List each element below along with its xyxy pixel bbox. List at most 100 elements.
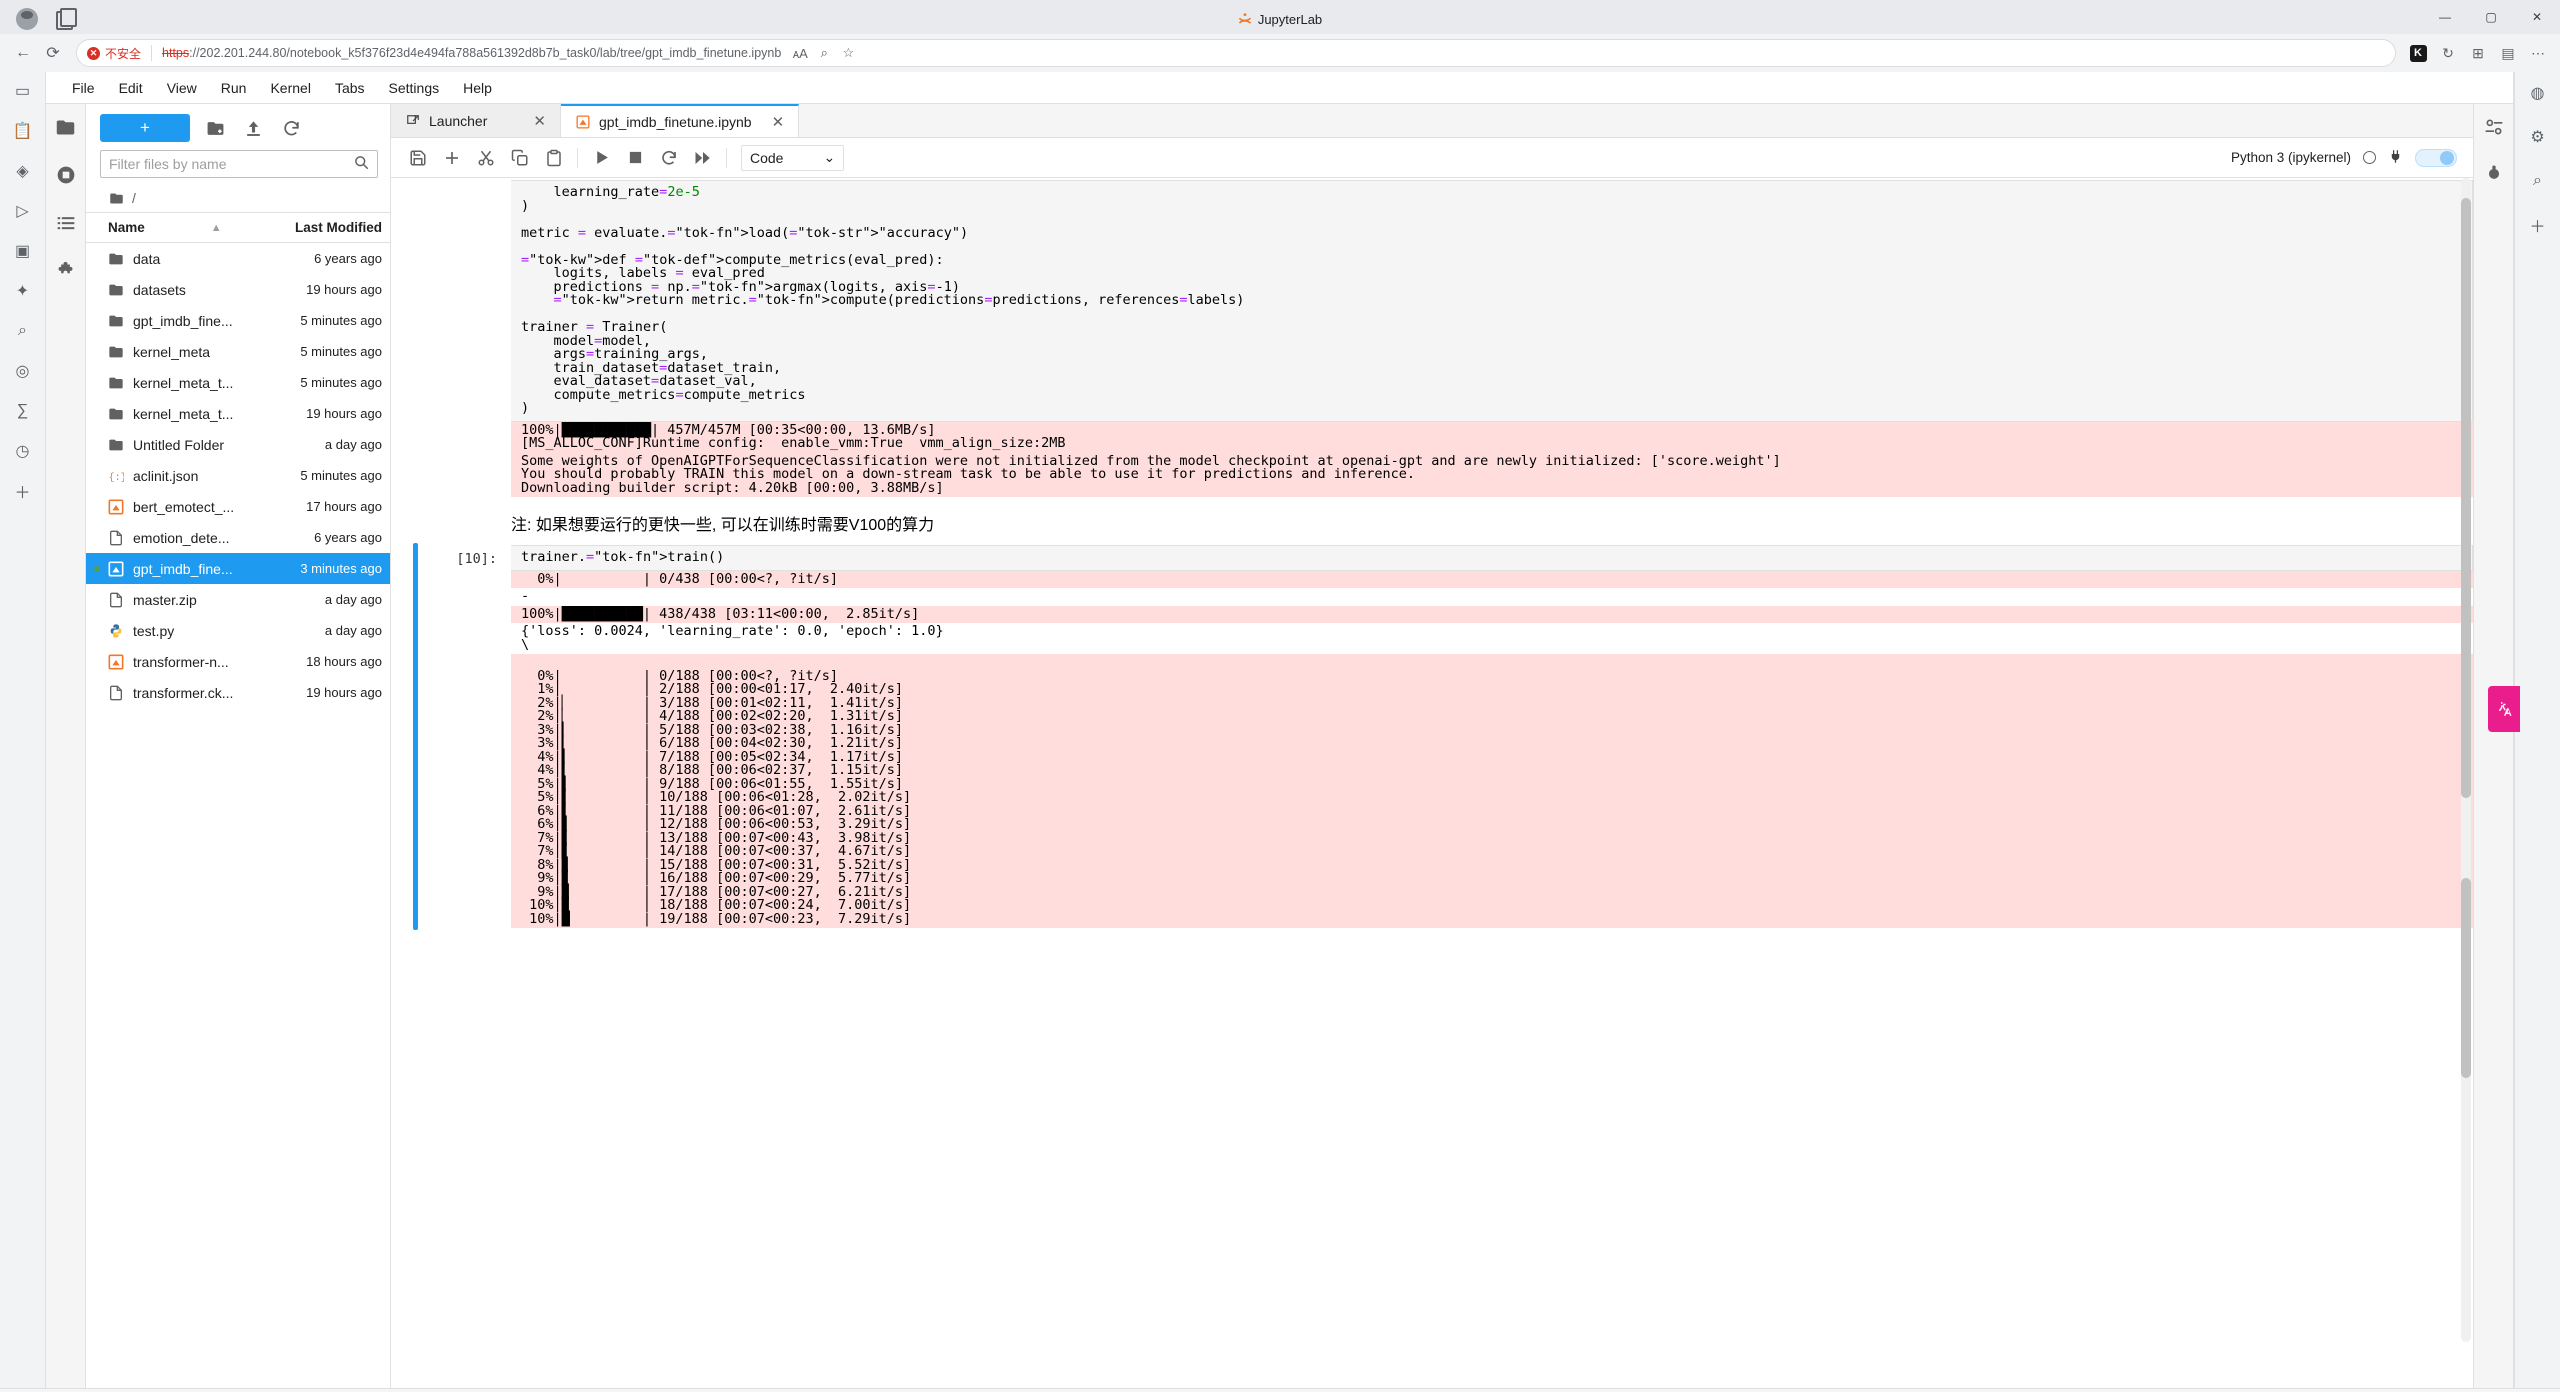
menu-tabs[interactable]: Tabs — [323, 76, 377, 100]
paste-icon[interactable] — [537, 143, 571, 173]
file-list-item[interactable]: gpt_imdb_fine... 3 minutes ago — [86, 553, 390, 584]
notebook-scrollbar-thumb-lower[interactable] — [2461, 878, 2471, 1078]
add-cell-icon[interactable] — [435, 143, 469, 173]
file-list-item[interactable]: {:} aclinit.json 5 minutes ago — [86, 460, 390, 491]
file-list-item[interactable]: transformer-n... 18 hours ago — [86, 646, 390, 677]
fast-forward-icon[interactable] — [686, 143, 720, 173]
file-filter-input[interactable] — [109, 156, 354, 172]
tab-notebook[interactable]: gpt_imdb_finetune.ipynb ✕ — [561, 104, 800, 137]
tab-launcher-close-icon[interactable]: ✕ — [521, 112, 546, 130]
column-header-name[interactable]: Name ▲ — [86, 220, 272, 235]
file-list-item[interactable]: emotion_dete... 6 years ago — [86, 522, 390, 553]
star-icon[interactable]: ☆ — [837, 42, 859, 64]
settings-more-icon[interactable]: ⋯ — [2524, 39, 2552, 67]
notebook-scroll-area[interactable]: learning_rate=2e-5) metric = evaluate.="… — [391, 178, 2473, 1388]
notebook-cell-code[interactable]: [10]: trainer.="tok-fn">train() 0%| | 0/4… — [391, 543, 2473, 930]
menu-view[interactable]: View — [155, 76, 209, 100]
copy-icon[interactable] — [503, 143, 537, 173]
notebook-cell-code[interactable]: learning_rate=2e-5) metric = evaluate.="… — [391, 178, 2473, 499]
run-icon[interactable] — [584, 143, 618, 173]
property-inspector-icon[interactable] — [2481, 114, 2507, 140]
back-button[interactable]: ← — [8, 38, 38, 68]
upload-icon[interactable] — [240, 115, 266, 141]
menu-help[interactable]: Help — [451, 76, 504, 100]
cut-icon[interactable] — [469, 143, 503, 173]
file-list-item[interactable]: kernel_meta_t... 19 hours ago — [86, 398, 390, 429]
cell-type-select[interactable]: Code ⌄ — [741, 144, 845, 171]
maximize-button[interactable]: ▢ — [2468, 0, 2514, 34]
file-list-item[interactable]: kernel_meta 5 minutes ago — [86, 336, 390, 367]
menu-file[interactable]: File — [60, 76, 107, 100]
breadcrumb[interactable]: / — [86, 184, 390, 212]
settings-icon[interactable]: ⚙ — [2525, 124, 2551, 150]
discover-icon[interactable]: ◈ — [10, 158, 36, 184]
extension-k-icon[interactable]: K — [2404, 39, 2432, 67]
translate-side-tab[interactable] — [2488, 686, 2520, 732]
debugger-icon[interactable] — [2481, 160, 2507, 186]
search-icon[interactable]: ⌕ — [2525, 168, 2551, 194]
plug-icon[interactable] — [2388, 149, 2403, 167]
file-list-item[interactable]: kernel_meta_t... 5 minutes ago — [86, 367, 390, 398]
refresh-extension-icon[interactable]: ↻ — [2434, 39, 2462, 67]
menu-run[interactable]: Run — [209, 76, 259, 100]
menu-edit[interactable]: Edit — [107, 76, 155, 100]
chevron-down-icon[interactable]: ⌄ — [823, 149, 835, 166]
sidebar-item-table-of-contents[interactable] — [53, 210, 79, 236]
menu-kernel[interactable]: Kernel — [258, 76, 322, 100]
file-list-item[interactable]: master.zip a day ago — [86, 584, 390, 615]
file-list-item[interactable]: bert_emotect_... 17 hours ago — [86, 491, 390, 522]
split-screen-icon[interactable]: ⊞ — [2464, 39, 2492, 67]
ai-icon[interactable]: ◎ — [10, 358, 36, 384]
column-header-modified[interactable]: Last Modified — [272, 220, 390, 235]
menu-settings[interactable]: Settings — [377, 76, 452, 100]
cell-source[interactable]: learning_rate=2e-5) metric = evaluate.="… — [511, 180, 2473, 422]
notebook-cell-markdown[interactable]: 注: 如果想要运行的更快一些, 可以在训练时需要V100的算力 — [391, 499, 2473, 543]
save-icon[interactable] — [401, 143, 435, 173]
security-indicator[interactable]: ✕ 不安全 — [87, 45, 141, 62]
collections-side-icon[interactable]: ▤ — [2494, 39, 2522, 67]
address-bar[interactable]: ✕ 不安全 https://202.201.244.80/notebook_k5… — [76, 39, 2396, 67]
video-icon[interactable]: ▷ — [10, 198, 36, 224]
read-aloud-icon[interactable]: ᴀA — [789, 42, 811, 64]
breadcrumb-root[interactable]: / — [132, 190, 136, 206]
clipboard-icon[interactable]: 📋 — [10, 118, 36, 144]
sort-ascending-icon[interactable]: ▲ — [211, 222, 222, 234]
plus-icon[interactable]: ＋ — [2525, 212, 2551, 238]
copilot-icon[interactable]: ◍ — [2525, 80, 2551, 106]
notebook-scrollbar-thumb[interactable] — [2461, 198, 2471, 798]
stop-icon[interactable] — [618, 143, 652, 173]
file-list-item[interactable]: transformer.ck... 19 hours ago — [86, 677, 390, 708]
kernel-name[interactable]: Python 3 (ipykernel) — [2231, 150, 2351, 165]
minimize-button[interactable]: — — [2422, 0, 2468, 34]
sidebar-toggle-icon[interactable]: ▭ — [10, 78, 36, 104]
file-list-item[interactable]: datasets 19 hours ago — [86, 274, 390, 305]
add-icon[interactable]: ＋ — [10, 478, 36, 504]
new-folder-icon[interactable] — [202, 115, 228, 141]
history-icon[interactable]: ◷ — [10, 438, 36, 464]
math-icon[interactable]: ∑ — [10, 398, 36, 424]
file-list-item[interactable]: test.py a day ago — [86, 615, 390, 646]
file-list-item[interactable]: gpt_imdb_fine... 5 minutes ago — [86, 305, 390, 336]
file-filter-box[interactable] — [100, 150, 378, 178]
search-icon[interactable] — [354, 155, 369, 173]
cell-source[interactable]: trainer.="tok-fn">train() — [511, 545, 2473, 571]
tools-icon[interactable]: ✦ — [10, 278, 36, 304]
cell-collapser[interactable] — [413, 543, 418, 930]
image-icon[interactable]: ▣ — [10, 238, 36, 264]
refresh-icon[interactable] — [278, 115, 304, 141]
search-zoom-icon[interactable]: ⌕ — [813, 42, 835, 64]
restart-icon[interactable] — [652, 143, 686, 173]
sidebar-item-running-terminals[interactable] — [53, 162, 79, 188]
sidebar-item-extensions[interactable] — [53, 258, 79, 284]
reload-button[interactable]: ⟳ — [38, 38, 68, 68]
sidebar-item-file-browser[interactable] — [53, 114, 79, 140]
file-list-item[interactable]: Untitled Folder a day ago — [86, 429, 390, 460]
kernel-toggle[interactable] — [2415, 148, 2457, 167]
close-button[interactable]: ✕ — [2514, 0, 2560, 34]
new-launcher-button[interactable]: + — [100, 114, 190, 142]
tab-launcher[interactable]: Launcher ✕ — [391, 104, 561, 137]
search-icon[interactable]: ⌕ — [10, 318, 36, 344]
file-list-item[interactable]: data 6 years ago — [86, 243, 390, 274]
file-name-cell: kernel_meta_t... — [86, 375, 272, 391]
tab-notebook-close-icon[interactable]: ✕ — [760, 113, 785, 131]
